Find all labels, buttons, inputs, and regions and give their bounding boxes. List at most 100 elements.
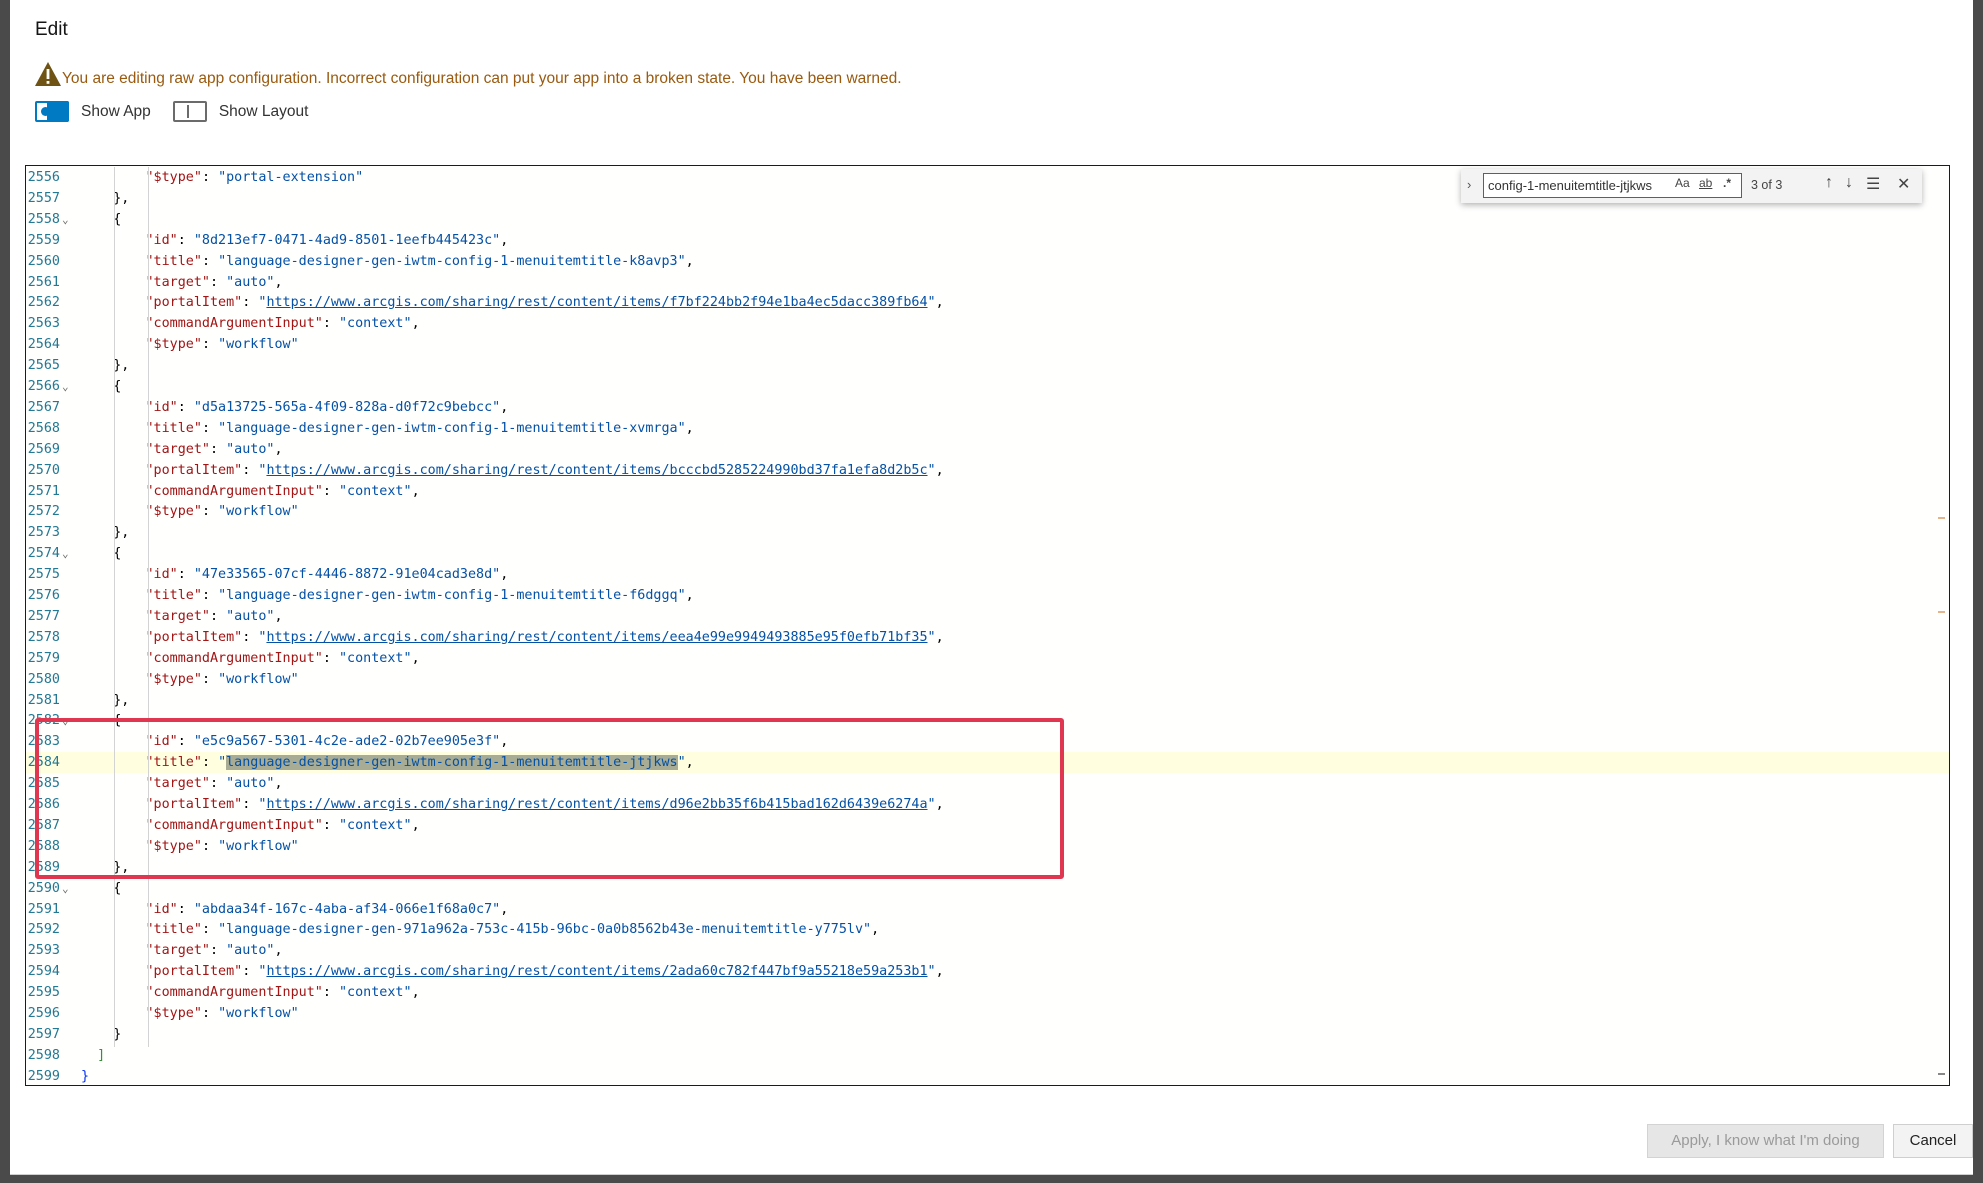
code-line[interactable]: 2596 "$type": "workflow"	[26, 1003, 1949, 1024]
match-case-icon[interactable]: Aa	[1675, 176, 1690, 190]
code-line[interactable]: 2566 ⌄ {	[26, 376, 1949, 397]
code-line[interactable]: 2571 "commandArgumentInput": "context",	[26, 481, 1949, 502]
code-line[interactable]: 2562 "portalItem": "https://www.arcgis.c…	[26, 292, 1949, 313]
code-text: "id": "47e33565-07cf-4446-8872-91e04cad3…	[145, 567, 509, 583]
code-line[interactable]: 2580 "$type": "workflow"	[26, 669, 1949, 690]
regex-icon[interactable]: .*	[1723, 176, 1731, 190]
indent-guide	[114, 167, 115, 1047]
line-number: 2563	[27, 316, 60, 332]
line-number: 2597	[27, 1026, 60, 1042]
show-app-label: Show App	[81, 102, 151, 120]
next-match-icon[interactable]: ↓	[1845, 174, 1853, 192]
fold-chevron-icon[interactable]: ⌄	[62, 543, 74, 564]
line-number: 2595	[27, 985, 60, 1001]
code-line[interactable]: 2598 ]	[26, 1045, 1949, 1066]
code-text: },	[81, 525, 130, 541]
code-line[interactable]: 2561 "target": "auto",	[26, 272, 1949, 293]
code-line[interactable]: 2576 "title": "language-designer-gen-iwt…	[26, 585, 1949, 606]
code-line[interactable]: 2578 "portalItem": "https://www.arcgis.c…	[26, 627, 1949, 648]
code-text: },	[81, 190, 130, 206]
toggle-replace-icon[interactable]: ›	[1467, 177, 1471, 192]
match-count: 3 of 3	[1751, 178, 1783, 192]
fold-chevron-icon[interactable]: ⌄	[62, 878, 74, 899]
code-line[interactable]: 2564 "$type": "workflow"	[26, 334, 1949, 355]
code-line[interactable]: 2592 "title": "language-designer-gen-971…	[26, 919, 1949, 940]
code-text: {	[81, 880, 122, 896]
code-line[interactable]: 2591 "id": "abdaa34f-167c-4aba-af34-066e…	[26, 899, 1949, 920]
code-text: "commandArgumentInput": "context",	[145, 985, 420, 1001]
whole-word-icon[interactable]: ab	[1699, 176, 1712, 190]
scrollbar-match-marker	[1938, 517, 1945, 519]
fold-chevron-icon[interactable]: ⌄	[62, 209, 74, 230]
line-number: 2576	[27, 588, 60, 603]
line-number: 2565	[27, 358, 60, 374]
code-line[interactable]: 2579 "commandArgumentInput": "context",	[26, 648, 1949, 669]
line-number: 2578	[27, 629, 60, 645]
line-number: 2579	[27, 650, 60, 666]
close-find-icon[interactable]: ✕	[1897, 174, 1910, 194]
show-layout-toggle[interactable]: Show Layout	[172, 101, 309, 122]
code-line[interactable]: 2572 "$type": "workflow"	[26, 501, 1949, 522]
warning-message: You are editing raw app configuration. I…	[34, 58, 902, 88]
code-line[interactable]: 2567 "id": "d5a13725-565a-4f09-828a-d0f7…	[26, 397, 1949, 418]
code-line[interactable]: 2563 "commandArgumentInput": "context",	[26, 313, 1949, 334]
code-line[interactable]: 2594 "portalItem": "https://www.arcgis.c…	[26, 961, 1949, 982]
line-number: 2557	[27, 190, 60, 206]
cancel-button[interactable]: Cancel	[1893, 1124, 1973, 1158]
code-line[interactable]: 2575 "id": "47e33565-07cf-4446-8872-91e0…	[26, 564, 1949, 585]
previous-match-icon[interactable]: ↑	[1825, 174, 1833, 192]
indent-guide	[148, 167, 149, 1047]
code-line[interactable]: 2574 ⌄ {	[26, 543, 1949, 564]
code-line[interactable]: 2573 },	[26, 522, 1949, 543]
code-line[interactable]: 2577 "target": "auto",	[26, 606, 1949, 627]
code-line[interactable]: 2565 },	[26, 355, 1949, 376]
code-text: "portalItem": "https://www.arcgis.com/sh…	[145, 964, 944, 980]
show-app-switch[interactable]	[35, 101, 69, 122]
code-line[interactable]: 2560 "title": "language-designer-gen-iwt…	[26, 251, 1949, 272]
apply-button[interactable]: Apply, I know what I'm doing	[1647, 1124, 1884, 1158]
line-number: 2575	[27, 567, 60, 583]
line-number: 2574	[27, 546, 60, 562]
code-text: "title": "language-designer-gen-iwtm-con…	[145, 253, 694, 269]
view-toggles: Show App Show Layout	[35, 101, 330, 122]
line-number: 2596	[27, 1006, 60, 1021]
find-in-selection-icon[interactable]: ☰	[1866, 174, 1880, 194]
line-number: 2573	[27, 525, 60, 541]
line-number: 2560	[27, 253, 60, 269]
code-text: "target": "auto",	[145, 274, 283, 290]
code-text: "portalItem": "https://www.arcgis.com/sh…	[145, 629, 944, 645]
code-line[interactable]: 2593 "target": "auto",	[26, 940, 1949, 961]
line-number: 2572	[27, 504, 60, 520]
line-number: 2568	[27, 420, 60, 436]
code-text: "title": "language-designer-gen-iwtm-con…	[145, 588, 694, 603]
line-number: 2591	[27, 901, 60, 917]
code-editor[interactable]: 2556 "$type": "portal-extension" 2557 }, 2…	[25, 165, 1950, 1086]
code-line[interactable]: 2569 "target": "auto",	[26, 439, 1949, 460]
warning-icon	[35, 62, 61, 86]
code-line[interactable]: 2558 ⌄ {	[26, 209, 1949, 230]
code-text: "id": "8d213ef7-0471-4ad9-8501-1eefb4454…	[145, 232, 509, 248]
code-text: "title": "language-designer-gen-iwtm-con…	[145, 420, 694, 436]
code-line[interactable]: 2597 }	[26, 1024, 1949, 1045]
code-line[interactable]: 2590 ⌄ {	[26, 878, 1949, 899]
code-line[interactable]: 2599}	[26, 1066, 1949, 1085]
code-text: "commandArgumentInput": "context",	[145, 316, 420, 332]
code-text: }	[81, 1068, 90, 1084]
scrollbar-thumb[interactable]	[1938, 1073, 1945, 1075]
show-layout-label: Show Layout	[218, 102, 309, 120]
code-line[interactable]: 2581 },	[26, 690, 1949, 711]
find-widget: › config-1-menuitemtitle-jtjkws Aa ab .*…	[1461, 169, 1922, 203]
line-number: 2598	[27, 1047, 60, 1063]
line-number: 2558	[27, 211, 60, 227]
show-app-toggle[interactable]: Show App	[35, 101, 151, 122]
line-number: 2564	[27, 337, 60, 353]
code-text: {	[81, 211, 122, 227]
code-line[interactable]: 2570 "portalItem": "https://www.arcgis.c…	[26, 460, 1949, 481]
code-line[interactable]: 2568 "title": "language-designer-gen-iwt…	[26, 418, 1949, 439]
show-layout-switch[interactable]	[172, 101, 207, 122]
code-line[interactable]: 2559 "id": "8d213ef7-0471-4ad9-8501-1eef…	[26, 230, 1949, 251]
line-number: 2556	[27, 170, 60, 185]
fold-chevron-icon[interactable]: ⌄	[62, 376, 74, 397]
code-line[interactable]: 2595 "commandArgumentInput": "context",	[26, 982, 1949, 1003]
line-number: 2593	[27, 943, 60, 959]
